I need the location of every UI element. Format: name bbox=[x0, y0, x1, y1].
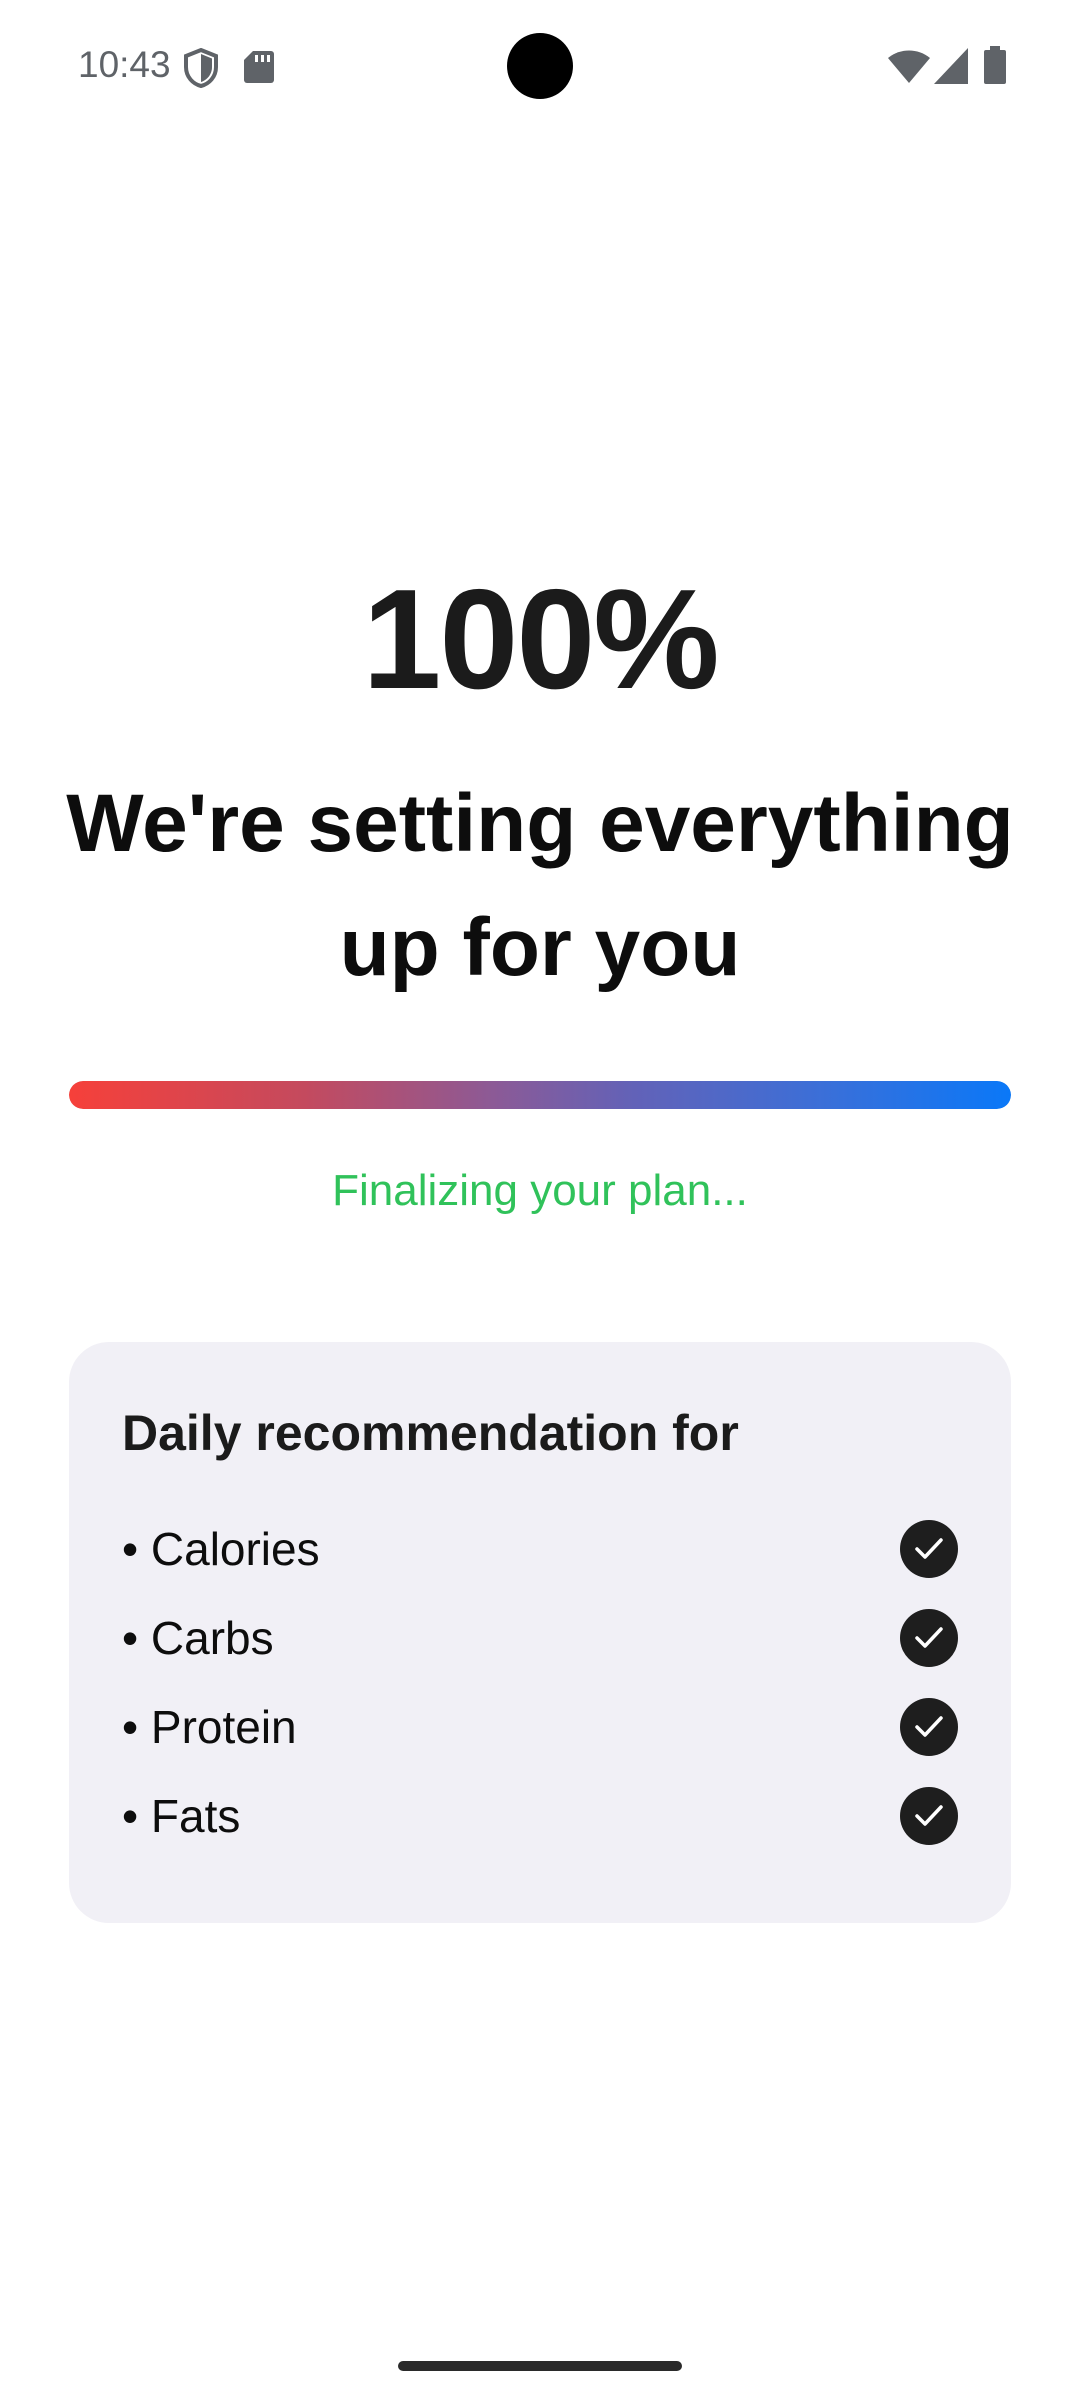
list-item-label: • Carbs bbox=[122, 1612, 274, 1664]
list-item: • Fats bbox=[122, 1786, 958, 1846]
progress-bar-fill bbox=[69, 1081, 1011, 1109]
check-icon bbox=[900, 1787, 958, 1845]
list-item-label: • Calories bbox=[122, 1523, 320, 1575]
progress-percent: 100% bbox=[362, 560, 719, 719]
progress-bar bbox=[69, 1081, 1011, 1109]
card-title: Daily recommendation for bbox=[122, 1405, 739, 1461]
check-icon bbox=[900, 1520, 958, 1578]
list-item-label: • Fats bbox=[122, 1790, 241, 1842]
list-item: • Calories bbox=[122, 1519, 958, 1579]
shield-icon bbox=[183, 47, 219, 89]
list-item: • Carbs bbox=[122, 1608, 958, 1668]
page-title: We're setting everything up for you bbox=[66, 778, 1014, 993]
check-icon bbox=[900, 1609, 958, 1667]
status-text: Finalizing your plan... bbox=[332, 1166, 748, 1215]
cell-signal-icon bbox=[934, 48, 968, 84]
list-item-label: • Protein bbox=[122, 1701, 297, 1753]
status-time: 10:43 bbox=[78, 44, 171, 85]
camera-cutout bbox=[507, 33, 573, 99]
check-icon bbox=[900, 1698, 958, 1756]
list-item: • Protein bbox=[122, 1697, 958, 1757]
home-indicator[interactable] bbox=[398, 2361, 682, 2371]
recommendation-card: Daily recommendation for • Calories • Ca… bbox=[69, 1342, 1011, 1923]
battery-icon bbox=[984, 46, 1006, 84]
status-bar: 10:43 bbox=[0, 0, 1080, 130]
sd-card-icon bbox=[244, 50, 274, 84]
wifi-icon bbox=[888, 50, 930, 84]
